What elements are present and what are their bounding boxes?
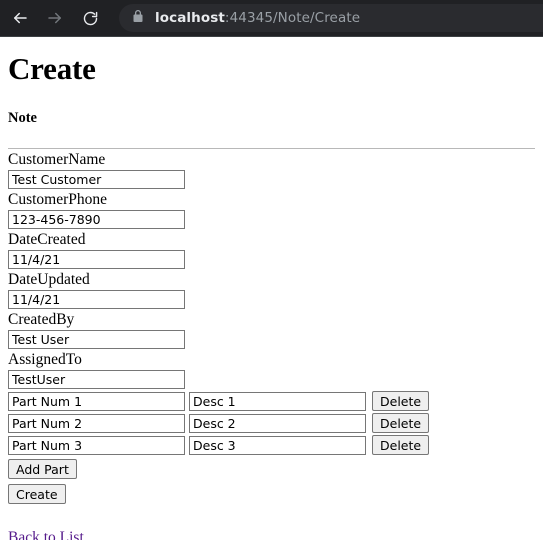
delete-part-button[interactable]: Delete bbox=[372, 413, 430, 434]
divider bbox=[8, 148, 535, 150]
back-button[interactable] bbox=[5, 3, 35, 33]
field-label-createdby: CreatedBy bbox=[8, 311, 75, 329]
back-to-list-link[interactable]: Back to List bbox=[8, 529, 84, 540]
address-bar[interactable]: localhost:44345/Note/Create bbox=[119, 4, 543, 32]
field-input-createdby[interactable] bbox=[8, 330, 185, 350]
part-row: Delete bbox=[8, 435, 535, 456]
section-heading: Note bbox=[8, 110, 37, 127]
field-label-customername: CustomerName bbox=[8, 151, 106, 169]
delete-part-button[interactable]: Delete bbox=[372, 391, 430, 412]
add-part-button[interactable]: Add Part bbox=[8, 459, 77, 480]
part-description-input[interactable] bbox=[189, 414, 366, 434]
reload-icon bbox=[82, 10, 99, 27]
page-title: Create bbox=[8, 51, 96, 86]
reload-button[interactable] bbox=[75, 3, 105, 33]
forward-arrow-icon bbox=[46, 9, 64, 27]
field-input-datecreated[interactable] bbox=[8, 250, 185, 270]
field-label-dateupdated: DateUpdated bbox=[8, 271, 90, 289]
field-input-assignedto[interactable] bbox=[8, 370, 185, 390]
field-input-customername[interactable] bbox=[8, 170, 185, 190]
part-description-input[interactable] bbox=[189, 392, 366, 412]
part-row: Delete bbox=[8, 391, 535, 412]
part-number-input[interactable] bbox=[8, 414, 185, 434]
field-input-dateupdated[interactable] bbox=[8, 290, 185, 310]
add-part-row: Add Part bbox=[8, 459, 535, 480]
note-create-form: CustomerName CustomerPhone DateCreated Date… bbox=[8, 150, 535, 505]
delete-part-button[interactable]: Delete bbox=[372, 435, 430, 456]
field-input-customerphone[interactable] bbox=[8, 210, 185, 230]
browser-toolbar: localhost:44345/Note/Create bbox=[0, 0, 543, 37]
create-row: Create bbox=[8, 484, 535, 505]
back-link-row: Back to List bbox=[8, 529, 535, 540]
parts-list: DeleteDeleteDelete bbox=[8, 391, 535, 456]
part-number-input[interactable] bbox=[8, 436, 185, 456]
url-host: localhost bbox=[155, 10, 225, 26]
part-description-input[interactable] bbox=[189, 436, 366, 456]
create-button[interactable]: Create bbox=[8, 484, 66, 505]
back-arrow-icon bbox=[11, 9, 29, 27]
part-row: Delete bbox=[8, 413, 535, 434]
page-viewport: Create Note CustomerName CustomerPhone Dat… bbox=[0, 38, 543, 540]
forward-button[interactable] bbox=[40, 3, 70, 33]
field-label-customerphone: CustomerPhone bbox=[8, 191, 108, 209]
url-path: :44345/Note/Create bbox=[224, 10, 361, 26]
field-label-assignedto: AssignedTo bbox=[8, 351, 82, 369]
fields-list: CustomerName CustomerPhone DateCreated Date… bbox=[8, 150, 535, 390]
part-number-input[interactable] bbox=[8, 392, 185, 412]
field-label-datecreated: DateCreated bbox=[8, 231, 86, 249]
address-bar-text: localhost:44345/Note/Create bbox=[155, 10, 360, 26]
lock-icon bbox=[132, 9, 144, 28]
